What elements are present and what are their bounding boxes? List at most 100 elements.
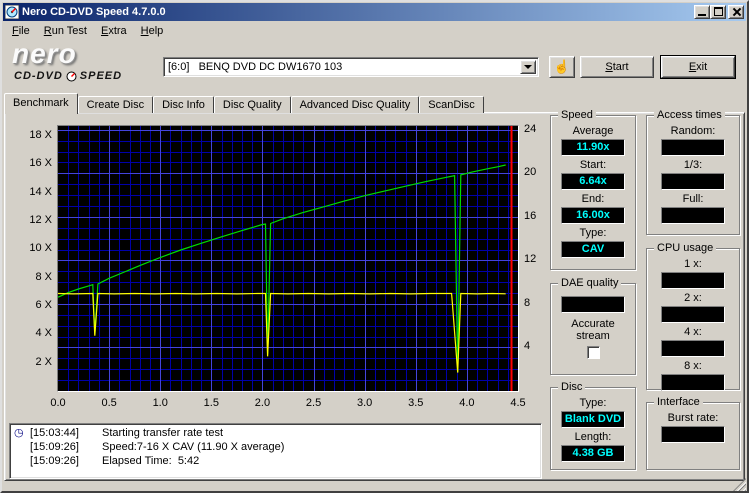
- cpu-4x-label: 4 x:: [647, 326, 739, 339]
- close-icon: [732, 7, 741, 17]
- disc-length-label: Length:: [551, 431, 635, 444]
- tab-create-disc[interactable]: Create Disc: [78, 96, 153, 113]
- drive-select[interactable]: [6:0] BENQ DVD DC DW1670 103: [163, 57, 539, 77]
- disc-length-value: 4.38 GB: [561, 445, 625, 462]
- menubar: File Run Test Extra Help: [3, 22, 746, 40]
- cpu-2x-label: 2 x:: [647, 292, 739, 305]
- drive-select-dropdown-button[interactable]: [520, 60, 536, 74]
- access-onethird-label: 1/3:: [647, 159, 739, 172]
- menu-help-label: elp: [149, 25, 164, 37]
- tab-benchmark[interactable]: Benchmark: [4, 93, 78, 114]
- start-label: tart: [613, 61, 629, 73]
- axis-tick-label: 10 X: [8, 242, 52, 254]
- maximize-button[interactable]: [710, 5, 726, 19]
- speed-start-label: Start:: [551, 159, 635, 172]
- log-time: [15:09:26]: [30, 455, 92, 469]
- disc-type-value: Blank DVD: [561, 411, 625, 428]
- access-random-label: Random:: [647, 125, 739, 138]
- menu-run-test-accel: R: [44, 25, 52, 37]
- axis-tick-label: 4.5: [504, 397, 532, 409]
- speed-type-value: CAV: [561, 241, 625, 258]
- speedometer-icon: [66, 71, 77, 82]
- tab-advanced-disc-quality[interactable]: Advanced Disc Quality: [291, 96, 420, 113]
- menu-file[interactable]: File: [5, 23, 37, 39]
- speed-average-value: 11.90x: [561, 139, 625, 156]
- axis-tick-label: 6 X: [8, 299, 52, 311]
- menu-extra[interactable]: Extra: [94, 23, 134, 39]
- log-line: [15:09:26] Elapsed Time: 5:42: [14, 455, 537, 469]
- app-window: Nero CD-DVD Speed 4.7.0.0 File Run Test …: [0, 0, 749, 493]
- axis-tick-label: 4: [524, 340, 548, 352]
- exit-button[interactable]: Exit: [661, 56, 735, 78]
- benchmark-chart: 18 X16 X14 X12 X10 X8 X6 X4 X2 X24201612…: [8, 113, 546, 417]
- tab-scandisc[interactable]: ScanDisc: [419, 96, 483, 113]
- speed-start-value: 6.64x: [561, 173, 625, 190]
- panel-access-times: Access times Random: 1/3: Full:: [646, 115, 740, 235]
- drive-info-button[interactable]: ☝: [549, 56, 575, 78]
- cpu-4x-value: [661, 340, 725, 357]
- accurate-stream-checkbox[interactable]: [587, 346, 600, 359]
- window-controls: [694, 5, 744, 19]
- axis-tick-label: 2.0: [248, 397, 276, 409]
- burst-rate-value: [661, 426, 725, 443]
- speed-type-label: Type:: [551, 227, 635, 240]
- panel-speed: Speed Average11.90x Start:6.64x End:16.0…: [550, 115, 636, 270]
- log-line: ◷ [15:03:44] Starting transfer rate test: [14, 427, 537, 441]
- axis-tick-label: 1.0: [146, 397, 174, 409]
- panel-interface: Interface Burst rate:: [646, 402, 740, 470]
- axis-tick-label: 3.0: [351, 397, 379, 409]
- axis-tick-label: 16 X: [8, 157, 52, 169]
- drive-select-value: [6:0] BENQ DVD DC DW1670 103: [168, 60, 518, 74]
- log-text: Elapsed Time: 5:42: [102, 455, 199, 469]
- log-time: [15:03:44]: [30, 427, 92, 441]
- app-icon: [5, 5, 19, 19]
- cpu-2x-value: [661, 306, 725, 323]
- speed-end-label: End:: [551, 193, 635, 206]
- menu-help-accel: H: [141, 25, 149, 37]
- axis-tick-label: 12: [524, 253, 548, 265]
- test-log-icon: ◷: [14, 427, 30, 441]
- maximize-icon: [714, 7, 723, 16]
- panel-interface-title: Interface: [654, 396, 703, 408]
- benchmark-tab-panel: 18 X16 X14 X12 X10 X8 X6 X4 X2 X24201612…: [4, 112, 745, 481]
- axis-tick-label: 2 X: [8, 356, 52, 368]
- cpu-1x-label: 1 x:: [647, 258, 739, 271]
- axis-tick-label: 20: [524, 166, 548, 178]
- nero-product-text: CD-DVD: [14, 71, 63, 82]
- panel-cpu-usage-title: CPU usage: [654, 242, 716, 254]
- menu-run-test[interactable]: Run Test: [37, 23, 94, 39]
- axis-tick-label: 0.0: [44, 397, 72, 409]
- access-onethird-value: [661, 173, 725, 190]
- log-text: Speed:7-16 X CAV (11.90 X average): [102, 441, 284, 455]
- minimize-button[interactable]: [694, 5, 710, 19]
- test-log[interactable]: ◷ [15:03:44] Starting transfer rate test…: [9, 423, 542, 479]
- tab-disc-quality[interactable]: Disc Quality: [214, 96, 291, 113]
- titlebar[interactable]: Nero CD-DVD Speed 4.7.0.0: [3, 3, 746, 21]
- cpu-8x-label: 8 x:: [647, 360, 739, 373]
- menu-file-accel: F: [12, 25, 19, 37]
- tab-disc-info[interactable]: Disc Info: [153, 96, 214, 113]
- panel-cpu-usage: CPU usage 1 x: 2 x: 4 x: 8 x:: [646, 248, 740, 390]
- panel-dae-quality-title: DAE quality: [558, 277, 621, 289]
- axis-tick-label: 14 X: [8, 186, 52, 198]
- access-random-value: [661, 139, 725, 156]
- cpu-8x-value: [661, 374, 725, 391]
- benchmark-plot: [57, 125, 519, 392]
- log-text: Starting transfer rate test: [102, 427, 223, 441]
- status-bar: [3, 481, 746, 491]
- panel-disc-title: Disc: [558, 381, 585, 393]
- cpu-1x-value: [661, 272, 725, 289]
- log-line: [15:09:26] Speed:7-16 X CAV (11.90 X ave…: [14, 441, 537, 455]
- axis-tick-label: 16: [524, 210, 548, 222]
- burst-rate-label: Burst rate:: [647, 412, 739, 425]
- chevron-down-icon: [524, 65, 532, 69]
- close-button[interactable]: [728, 5, 744, 19]
- axis-tick-label: 12 X: [8, 214, 52, 226]
- menu-help[interactable]: Help: [134, 23, 171, 39]
- hand-icon: ☝: [554, 59, 570, 74]
- start-button[interactable]: Start: [580, 56, 654, 78]
- axis-tick-label: 2.5: [300, 397, 328, 409]
- panel-disc: Disc Type:Blank DVD Length:4.38 GB: [550, 387, 636, 470]
- axis-tick-label: 0.5: [95, 397, 123, 409]
- dae-quality-value: [561, 296, 625, 313]
